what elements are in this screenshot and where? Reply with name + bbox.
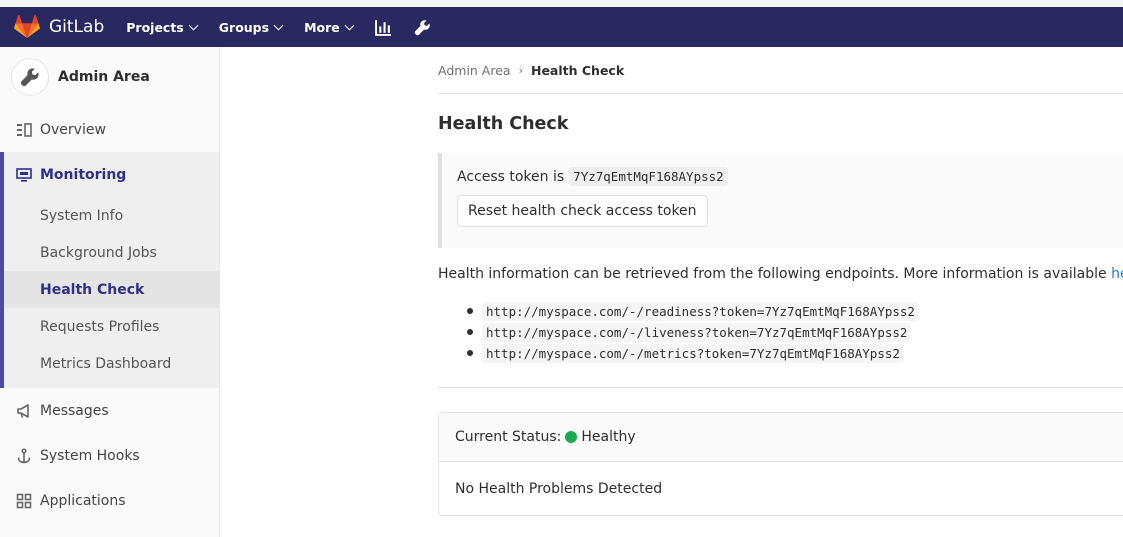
endpoints-info-text: Health information can be retrieved from… [438, 266, 1123, 282]
list-item: http://myspace.com/-/metrics?token=7Yz7q… [467, 343, 1123, 364]
nav-projects-dropdown[interactable]: Projects [126, 19, 199, 35]
sidebar-header[interactable]: Admin Area [0, 47, 219, 107]
sidebar-subitem-health-check[interactable]: Health Check [4, 271, 219, 308]
chevron-right-icon: › [518, 63, 523, 77]
liveness-endpoint: http://myspace.com/-/liveness?token=7Yz7… [482, 323, 912, 342]
readiness-endpoint: http://myspace.com/-/readiness?token=7Yz… [482, 302, 919, 321]
sidebar-item-system-hooks[interactable]: System Hooks [0, 433, 219, 478]
activity-chart-link[interactable] [374, 19, 392, 36]
endpoint-list: http://myspace.com/-/readiness?token=7Yz… [438, 301, 1123, 364]
status-label: Current Status: [455, 429, 562, 445]
access-token-panel: Access token is 7Yz7qEmtMqF168AYpss2 Res… [438, 153, 1123, 248]
sidebar-subitem-metrics-dashboard[interactable]: Metrics Dashboard [4, 345, 219, 382]
nav-projects-label: Projects [126, 19, 184, 35]
access-token-label: Access token is [457, 168, 565, 185]
endpoints-info-label: Health information can be retrieved from… [438, 266, 1107, 282]
sidebar-item-messages[interactable]: Messages [0, 388, 219, 433]
chart-bar-icon [374, 19, 391, 36]
breadcrumb-current: Health Check [530, 62, 625, 78]
sidebar-subitem-requests-profiles[interactable]: Requests Profiles [4, 308, 219, 345]
status-dot-icon [565, 431, 578, 443]
divider [438, 387, 1123, 388]
sidebar-group-monitoring: Monitoring System Info Background Jobs H… [0, 152, 219, 388]
sidebar-item-overview[interactable]: Overview [0, 107, 219, 152]
grid-icon [16, 493, 32, 508]
more-info-link[interactable]: here [1111, 266, 1123, 282]
admin-sidebar: Admin Area Overview Monitoring System In… [0, 47, 220, 537]
sidebar-subitem-background-jobs[interactable]: Background Jobs [4, 234, 219, 271]
sidebar-item-label: Applications [40, 492, 126, 509]
brand-name: GitLab [49, 17, 105, 37]
sidebar-title: Admin Area [58, 69, 150, 85]
overview-icon [17, 122, 32, 137]
anchor-icon [17, 447, 31, 463]
metrics-endpoint: http://myspace.com/-/metrics?token=7Yz7q… [482, 344, 904, 363]
access-token-value: 7Yz7qEmtMqF168AYpss2 [569, 167, 728, 186]
list-item: http://myspace.com/-/readiness?token=7Yz… [467, 301, 1123, 322]
chevron-down-icon [273, 20, 284, 30]
sidebar-item-label: System Hooks [40, 447, 140, 464]
reset-token-button[interactable]: Reset health check access token [457, 195, 708, 227]
nav-more-label: More [304, 19, 340, 35]
monitor-icon [16, 167, 32, 182]
sidebar-item-label: Overview [40, 121, 106, 138]
breadcrumb: Admin Area › Health Check [438, 47, 1123, 94]
nav-groups-dropdown[interactable]: Groups [218, 19, 284, 35]
access-token-line: Access token is 7Yz7qEmtMqF168AYpss2 [457, 167, 1123, 186]
sidebar-item-applications[interactable]: Applications [0, 478, 219, 523]
status-value: Healthy [581, 429, 636, 445]
sidebar-subitem-system-info[interactable]: System Info [4, 197, 219, 234]
status-card-header: Current Status: Healthy [439, 413, 1123, 462]
nav-groups-label: Groups [218, 19, 270, 35]
admin-avatar [11, 58, 49, 96]
page-title: Health Check [438, 114, 569, 134]
main-content: Admin Area › Health Check Health Check A… [438, 47, 1123, 516]
status-card: Current Status: Healthy No Health Proble… [438, 412, 1123, 516]
list-item: http://myspace.com/-/liveness?token=7Yz7… [467, 322, 1123, 343]
admin-area-link[interactable] [414, 19, 431, 36]
sidebar-item-label: Monitoring [40, 166, 127, 183]
gitlab-home-link[interactable]: GitLab [14, 15, 104, 39]
chevron-down-icon [188, 20, 199, 30]
top-navbar: GitLab Projects Groups More [0, 0, 1123, 47]
sidebar-item-monitoring[interactable]: Monitoring [4, 152, 219, 197]
wrench-icon [414, 19, 430, 35]
wrench-icon [20, 68, 39, 87]
breadcrumb-admin-area-link[interactable]: Admin Area [438, 63, 511, 78]
sidebar-item-label: Messages [40, 402, 109, 419]
megaphone-icon [17, 403, 29, 418]
nav-more-dropdown[interactable]: More [304, 19, 355, 35]
status-card-body: No Health Problems Detected [455, 480, 663, 497]
chevron-down-icon [344, 20, 355, 30]
gitlab-logo-icon [14, 15, 40, 38]
